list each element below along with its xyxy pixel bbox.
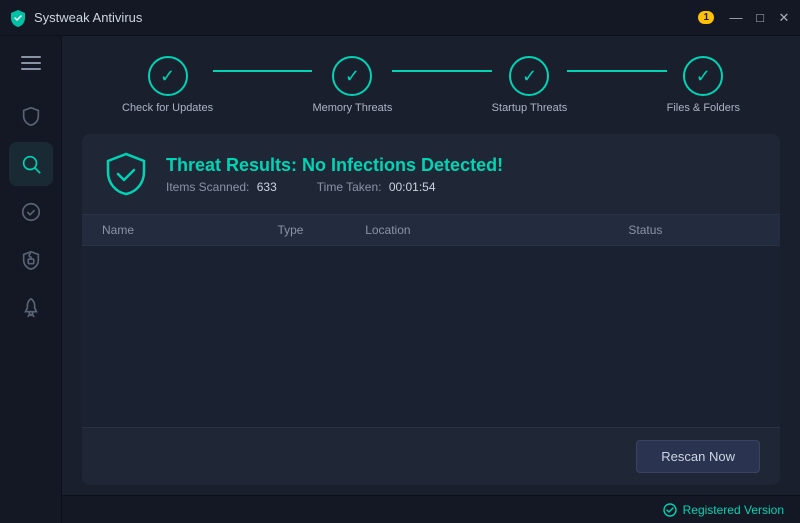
main-area: ✓ Check for Updates ✓ Memory Threats ✓ S…	[62, 36, 800, 523]
sidebar-item-boost[interactable]	[9, 286, 53, 330]
table-header: Name Type Location Status	[82, 215, 780, 246]
table-body	[82, 246, 780, 427]
result-meta: Items Scanned: 633 Time Taken: 00:01:54	[166, 180, 503, 194]
step-connector-3	[567, 70, 666, 72]
result-panel: Threat Results: No Infections Detected! …	[82, 134, 780, 485]
time-taken-value: 00:01:54	[389, 180, 436, 194]
hamburger-line	[21, 68, 41, 70]
app-title: Systweak Antivirus	[34, 10, 698, 25]
rescan-button[interactable]: Rescan Now	[636, 440, 760, 473]
sidebar-item-safeweb[interactable]	[9, 190, 53, 234]
sidebar-item-protection[interactable]	[9, 94, 53, 138]
items-scanned-value: 633	[257, 180, 277, 194]
check-circle-icon	[20, 201, 42, 223]
step-files-folders: ✓ Files & Folders	[667, 56, 740, 114]
shield-check-icon	[102, 150, 150, 198]
lock-shield-icon	[20, 249, 42, 271]
minimize-button[interactable]: —	[728, 10, 744, 26]
result-footer: Rescan Now	[82, 427, 780, 485]
step-label-2: Memory Threats	[312, 102, 392, 114]
hamburger-line	[21, 62, 41, 64]
app-layout: ✓ Check for Updates ✓ Memory Threats ✓ S…	[0, 36, 800, 523]
result-shield-icon	[102, 150, 150, 198]
notification-badge: 1	[698, 11, 714, 24]
registered-check-icon	[663, 503, 677, 517]
app-logo	[8, 8, 28, 28]
sidebar	[0, 36, 62, 523]
hamburger-line	[21, 56, 41, 58]
main-content: ✓ Check for Updates ✓ Memory Threats ✓ S…	[62, 36, 800, 495]
col-status: Status	[628, 223, 760, 237]
col-name: Name	[102, 223, 277, 237]
time-taken-label: Time Taken:	[317, 180, 382, 194]
step-label-1: Check for Updates	[122, 102, 213, 114]
shield-icon	[20, 105, 42, 127]
sidebar-item-secure[interactable]	[9, 238, 53, 282]
app-footer: Registered Version	[62, 495, 800, 523]
step-circle-4: ✓	[683, 56, 723, 96]
hamburger-menu[interactable]	[13, 48, 49, 78]
search-icon	[20, 153, 42, 175]
items-scanned-label: Items Scanned:	[166, 180, 249, 194]
window-controls: 1 — □ ✕	[698, 10, 792, 26]
step-label-4: Files & Folders	[667, 102, 740, 114]
col-location: Location	[365, 223, 628, 237]
sidebar-item-scan[interactable]	[9, 142, 53, 186]
result-header: Threat Results: No Infections Detected! …	[82, 134, 780, 215]
step-startup-threats: ✓ Startup Threats	[492, 56, 568, 114]
progress-steps: ✓ Check for Updates ✓ Memory Threats ✓ S…	[82, 56, 780, 114]
step-connector-1	[213, 70, 312, 72]
step-circle-1: ✓	[148, 56, 188, 96]
step-circle-3: ✓	[509, 56, 549, 96]
step-connector-2	[392, 70, 491, 72]
rocket-icon	[20, 297, 42, 319]
result-text: Threat Results: No Infections Detected! …	[166, 155, 503, 194]
time-taken: Time Taken: 00:01:54	[317, 180, 436, 194]
col-type: Type	[277, 223, 365, 237]
titlebar: Systweak Antivirus 1 — □ ✕	[0, 0, 800, 36]
step-check-updates: ✓ Check for Updates	[122, 56, 213, 114]
maximize-button[interactable]: □	[752, 10, 768, 26]
result-status: No Infections Detected!	[302, 155, 503, 175]
close-button[interactable]: ✕	[776, 10, 792, 26]
registered-label: Registered Version	[683, 503, 784, 517]
step-circle-2: ✓	[332, 56, 372, 96]
results-table: Name Type Location Status	[82, 215, 780, 427]
result-title-label: Threat Results:	[166, 155, 297, 175]
step-label-3: Startup Threats	[492, 102, 568, 114]
result-title: Threat Results: No Infections Detected!	[166, 155, 503, 176]
items-scanned: Items Scanned: 633	[166, 180, 277, 194]
step-memory-threats: ✓ Memory Threats	[312, 56, 392, 114]
